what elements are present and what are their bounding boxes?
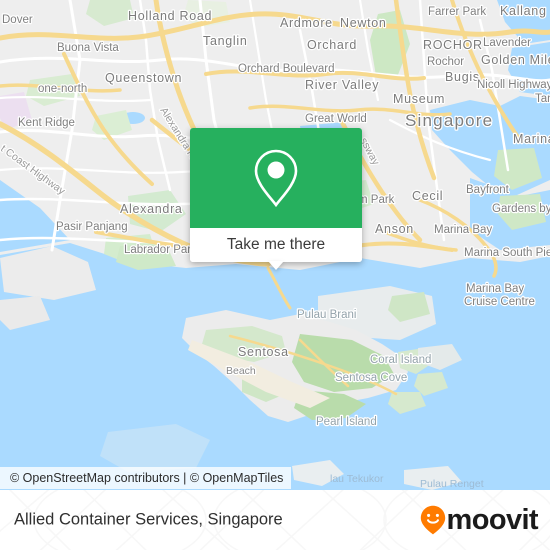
map-label-bugis: Bugis [445,70,480,84]
page-title: Allied Container Services, Singapore [14,510,283,529]
popup-card-tail [268,261,284,270]
map-label-cecil: Cecil [412,189,443,203]
map-label-orchard-boulevard: Orchard Boulevard [238,63,335,75]
map-page: Dover Holland Road Ardmore Newton Farrer Par… [0,0,550,550]
map-label-orchard: Orchard [307,38,357,52]
map-label-tan: Tan [535,93,550,105]
popup-card-header [190,128,362,228]
map-label-marina-bay: Marina Bay [434,224,492,236]
map-label-marina-bay-cruise: Marina Bay [466,283,524,295]
map-label-pulau-brani: Pulau Brani [297,309,356,321]
map-label-pulau-tekukor: lau Tekukor [330,473,384,485]
map-label-dover: Dover [2,14,33,26]
map-label-golden-mile: Golden Mile [481,53,550,67]
map-label-pulau-renget: Pulau Renget [420,478,484,490]
location-popup-card[interactable]: Take me there [190,128,362,270]
map-attribution-text[interactable]: © OpenStreetMap contributors | © OpenMap… [10,471,283,485]
map-label-west-coast-hwy: t Coast Highway [0,143,68,198]
map-label-museum: Museum [393,92,445,106]
map-label-kallang: Kallang [500,4,547,18]
map-label-kent-ridge: Kent Ridge [18,117,75,129]
map-pin-icon [254,149,298,208]
map-label-great-world: Great World [305,113,367,125]
map-label-rochor-district: ROCHOR [423,38,483,52]
map-label-farrer-park: Farrer Park [428,6,486,18]
page-footer: Allied Container Services, Singapore moo… [0,490,550,550]
popup-card-footer[interactable]: Take me there [190,228,362,262]
map-label-labrador-park: Labrador Park [124,244,197,256]
map-label-holland-road: Holland Road [128,9,212,23]
map-label-nicoll-highway: Nicoll Highway [477,79,550,91]
map-label-redhill-park: m Park [358,194,395,206]
moovit-smiley-pin-icon [420,505,445,535]
map-label-bayfront: Bayfront [466,184,510,196]
map-canvas[interactable]: Dover Holland Road Ardmore Newton Farrer Par… [0,0,550,490]
map-label-coral-island: Coral Island [370,354,431,366]
take-me-there-label: Take me there [226,236,326,253]
map-label-river-valley: River Valley [305,78,379,92]
map-label-alexandra: Alexandra [120,202,183,216]
map-label-anson: Anson [375,222,414,236]
map-label-pearl-island: Pearl Island [316,416,377,428]
map-label-gardens-by-the: Gardens by the [492,203,550,215]
map-label-beach: Beach [226,365,256,377]
moovit-wordmark: moovit [446,503,539,536]
map-label-ardmore: Ardmore [280,16,333,30]
map-label-tanglin: Tanglin [203,34,248,48]
map-label-marina: Marina [513,132,550,146]
map-label-one-north: one-north [38,83,87,95]
map-label-newton: Newton [340,16,387,30]
map-label-buona-vista: Buona Vista [57,42,119,54]
map-label-queenstown: Queenstown [105,71,182,85]
map-label-cruise-centre: Cruise Centre [464,296,535,308]
map-label-lavender: Lavender [483,37,531,49]
map-attribution-bar: © OpenStreetMap contributors | © OpenMap… [0,467,292,489]
map-label-singapore: Singapore [405,111,493,130]
moovit-logo[interactable]: moovit [420,503,539,536]
map-label-rochor: Rochor [427,56,464,68]
map-label-marina-south-pier: Marina South Pier [464,247,550,259]
map-label-sentosa-cove: Sentosa Cove [335,372,407,384]
map-label-sentosa: Sentosa [238,345,289,359]
map-label-pasir-panjang: Pasir Panjang [56,221,128,233]
